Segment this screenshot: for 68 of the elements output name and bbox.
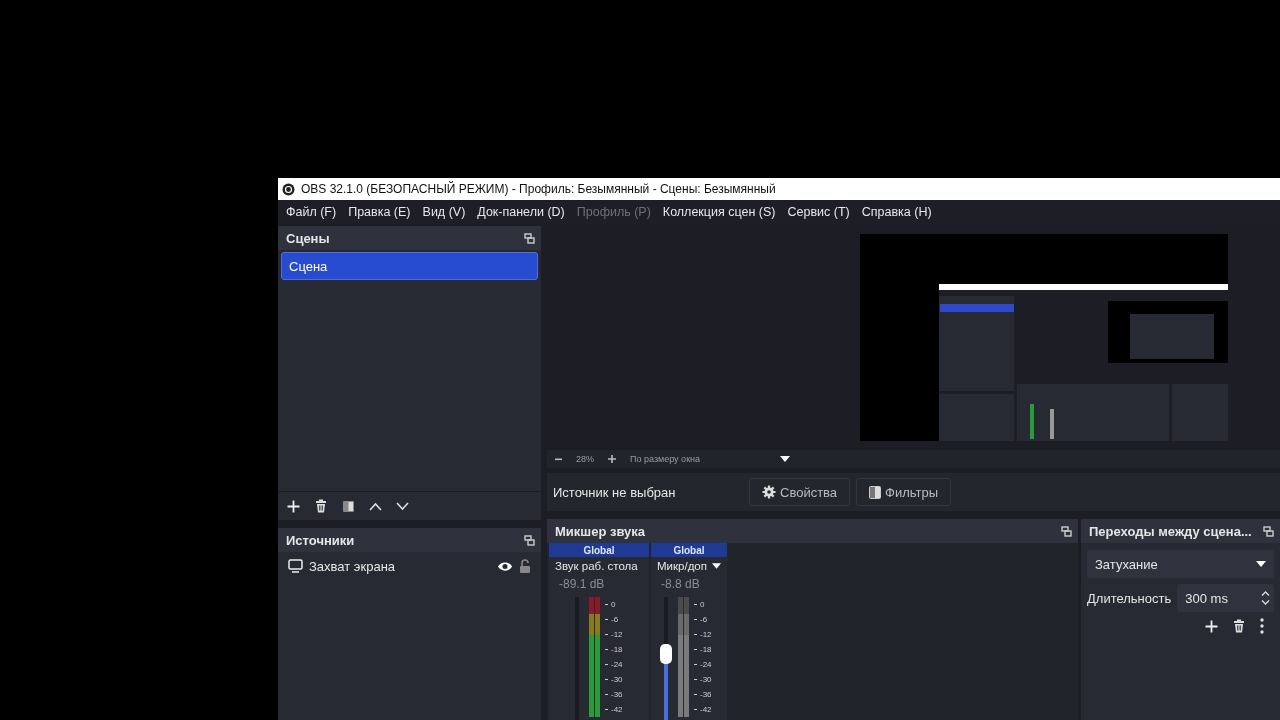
- source-status: Источник не выбран: [553, 484, 677, 500]
- scale-label: -12: [700, 630, 712, 639]
- panel-title: Сцены: [286, 230, 330, 246]
- window-title: OBS 32.1.0 (БЕЗОПАСНЫЙ РЕЖИМ) - Профиль: Безымянный - Сцены: Безымянный: [301, 182, 776, 196]
- duration-label: Длительность: [1087, 590, 1172, 606]
- unlocked-icon[interactable]: [519, 559, 531, 573]
- scale-label: -36: [611, 690, 623, 699]
- volume-reading: -89.1 dB: [558, 576, 606, 593]
- undock-icon[interactable]: [524, 232, 535, 244]
- menu-item[interactable]: Сервис (T): [781, 205, 856, 219]
- slider-handle[interactable]: [660, 644, 672, 664]
- zoom-in-icon[interactable]: [608, 455, 616, 463]
- app-logo-icon: [282, 182, 295, 196]
- scale-label: 0: [700, 600, 705, 609]
- filter-icon[interactable]: [342, 499, 355, 513]
- caret-icon: [1256, 561, 1266, 567]
- transition-dropdown[interactable]: Затухание: [1087, 550, 1274, 578]
- scale-label: -42: [611, 705, 623, 714]
- zoom-mode-dropdown[interactable]: По размеру окна: [630, 454, 766, 464]
- zoom-out-icon[interactable]: [555, 457, 562, 461]
- menu-item[interactable]: Файл (F): [280, 205, 343, 219]
- properties-button[interactable]: Свойства: [749, 478, 851, 506]
- scale-label: -18: [611, 645, 623, 654]
- menu-item[interactable]: Коллекция сцен (S): [656, 205, 782, 219]
- scale-label: -42: [700, 705, 712, 714]
- decrement-icon[interactable]: [1261, 600, 1270, 605]
- eye-icon[interactable]: [497, 560, 513, 572]
- panel-title: Микшер звука: [555, 523, 646, 539]
- scale-label: -24: [611, 660, 623, 669]
- undock-icon[interactable]: [1061, 525, 1072, 537]
- scale-label: 0: [611, 600, 616, 609]
- menu-item[interactable]: Правка (E): [342, 205, 417, 219]
- channel-header: Global: [651, 543, 727, 557]
- scale-label: -36: [700, 690, 712, 699]
- more-icon[interactable]: [1260, 618, 1264, 634]
- panel-title: Переходы между сцена...: [1089, 523, 1252, 539]
- caret-icon[interactable]: [711, 563, 721, 569]
- trash-icon[interactable]: [314, 499, 328, 513]
- add-icon[interactable]: [287, 499, 300, 513]
- scale-label: -30: [700, 675, 712, 684]
- add-icon[interactable]: [1205, 619, 1218, 633]
- undock-icon[interactable]: [524, 534, 535, 546]
- menu-item[interactable]: Справка (H): [855, 205, 938, 219]
- volume-reading: -8.8 dB: [660, 576, 701, 593]
- filter-icon: [869, 485, 882, 499]
- monitor-icon: [288, 559, 303, 573]
- source-name[interactable]: Захват экрана: [309, 558, 491, 574]
- channel-name[interactable]: Звук раб. стола: [555, 560, 638, 572]
- undock-icon[interactable]: [1263, 525, 1274, 537]
- channel-header: Global: [549, 543, 649, 557]
- menu-item[interactable]: Док-панели (D): [471, 205, 571, 219]
- duration-field[interactable]: 300 ms: [1177, 584, 1274, 612]
- caret-icon[interactable]: [780, 456, 790, 462]
- zoom-value: 28%: [576, 454, 594, 464]
- scale-label: -24: [700, 660, 712, 669]
- scale-label: -6: [611, 615, 619, 624]
- channel-name[interactable]: Микр/доп: [657, 560, 707, 572]
- gear-icon: [762, 485, 776, 499]
- scale-label: -18: [700, 645, 712, 654]
- trash-icon[interactable]: [1232, 619, 1246, 633]
- scale-label: -30: [611, 675, 623, 684]
- scene-item[interactable]: Сцена: [281, 252, 538, 280]
- filters-button[interactable]: Фильтры: [856, 478, 952, 506]
- panel-title: Источники: [286, 532, 355, 548]
- increment-icon[interactable]: [1261, 591, 1270, 596]
- menu-item[interactable]: Вид (V): [416, 205, 472, 219]
- scale-label: -12: [611, 630, 623, 639]
- scale-label: -6: [700, 615, 708, 624]
